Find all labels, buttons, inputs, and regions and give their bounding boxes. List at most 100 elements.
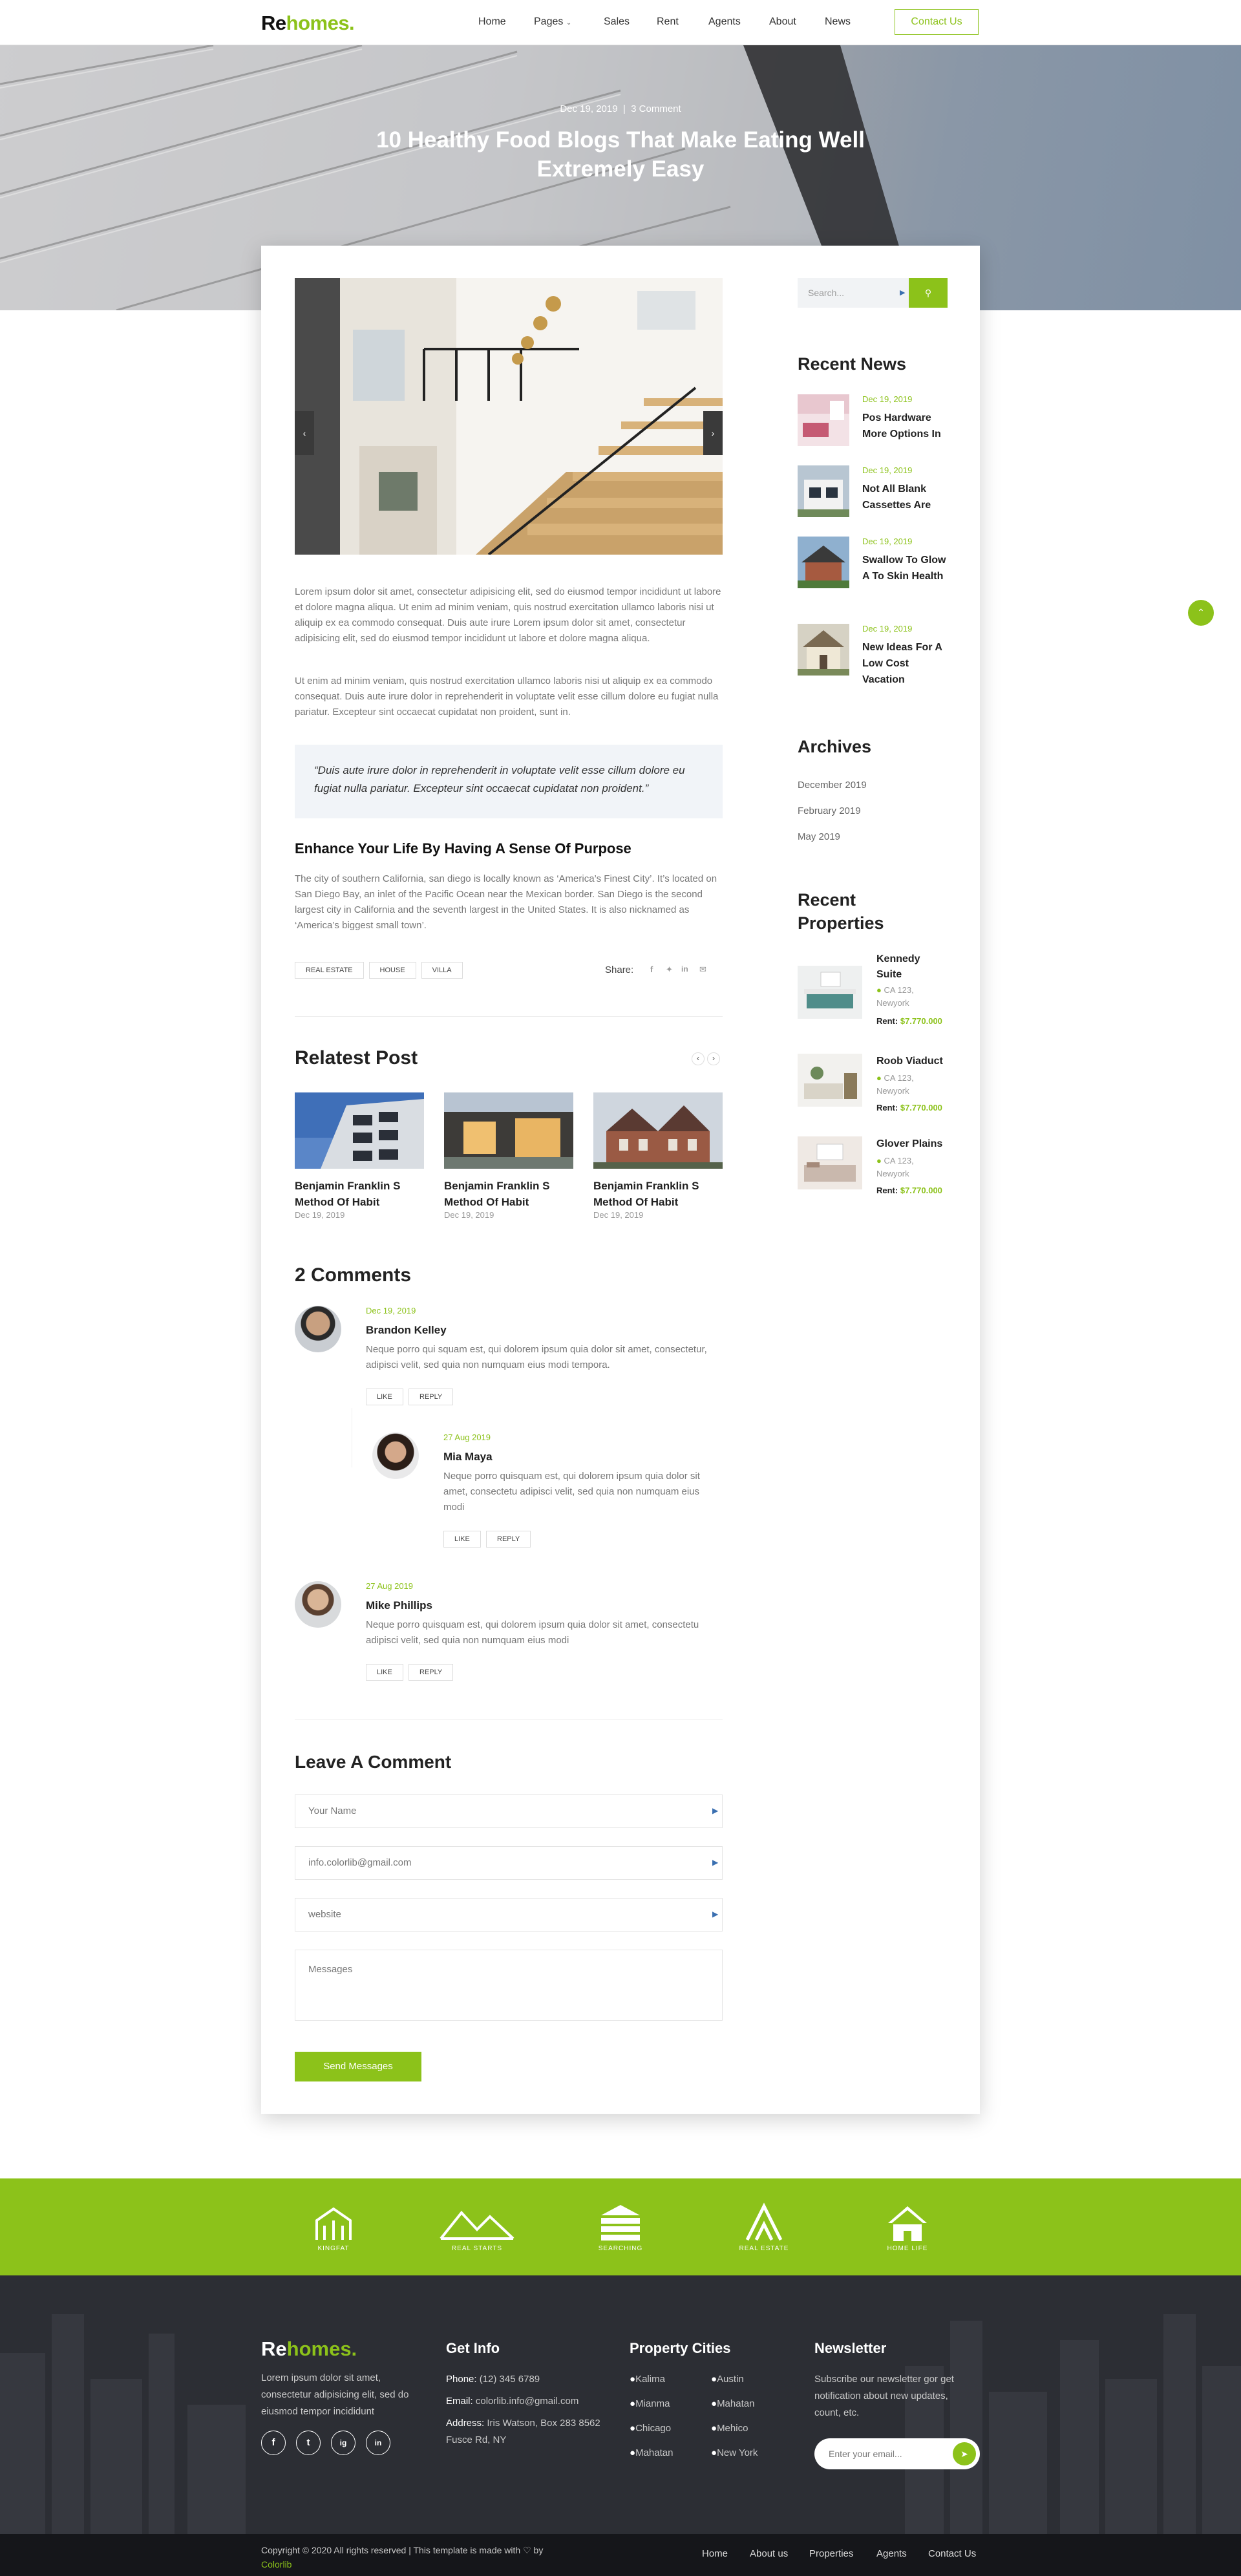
archive-link[interactable]: February 2019 — [798, 805, 861, 816]
nav-about[interactable]: About — [769, 16, 796, 28]
reply-button[interactable]: REPLY — [486, 1531, 531, 1548]
map-pin-icon: ● — [711, 2423, 717, 2434]
news-thumbnail — [798, 624, 849, 676]
archive-link[interactable]: May 2019 — [798, 831, 840, 842]
property-price: $7.770.000 — [900, 1016, 942, 1026]
footer-link-properties[interactable]: Properties — [809, 2548, 853, 2559]
nav-rent[interactable]: Rent — [657, 16, 679, 28]
related-post-card[interactable]: Benjamin Franklin S Method Of Habit Dec … — [593, 1092, 723, 1220]
logo-re: Re — [261, 12, 286, 34]
related-post-card[interactable]: Benjamin Franklin S Method Of Habit Dec … — [295, 1092, 424, 1220]
footer-logo[interactable]: Rehomes. — [261, 2337, 357, 2361]
comment-date: Dec 19, 2019 — [366, 1306, 416, 1315]
footer-link-contact[interactable]: Contact Us — [928, 2548, 976, 2559]
comment-item: 27 Aug 2019 Mike Phillips Neque porro qu… — [295, 1581, 723, 1691]
reply-button[interactable]: REPLY — [408, 1664, 454, 1681]
linkedin-icon[interactable]: in — [681, 964, 688, 974]
chevron-left-icon: ‹ — [302, 428, 306, 438]
tag-villa[interactable]: VILLA — [421, 962, 463, 979]
name-field[interactable]: Your Name — [295, 1794, 723, 1828]
footer-link-agents[interactable]: Agents — [876, 2548, 907, 2559]
partner-logo-real-estate[interactable]: REAL ESTATE — [719, 2201, 809, 2253]
logo-homes: homes. — [286, 2337, 357, 2360]
recent-properties-title: Recent Properties — [798, 890, 884, 933]
autofill-icon: ▶ — [712, 1910, 719, 1919]
nav-agents[interactable]: Agents — [708, 16, 741, 28]
archive-link[interactable]: December 2019 — [798, 780, 867, 791]
footer-link-home[interactable]: Home — [702, 2548, 728, 2559]
recent-news-title: Recent News — [798, 354, 907, 374]
site-logo[interactable]: Rehomes. — [261, 12, 355, 35]
city-link[interactable]: ●Austin — [711, 2371, 744, 2388]
news-date: Dec 19, 2019 — [862, 394, 913, 404]
partner-logo-home-life[interactable]: HOME LIFE — [862, 2201, 953, 2253]
property-item[interactable]: Glover Plains ● CA 123, Newyork Rent: $7… — [798, 1136, 948, 1201]
email-field[interactable]: info.colorlib@gmail.com — [295, 1846, 723, 1880]
nav-news[interactable]: News — [825, 16, 851, 28]
property-item[interactable]: Kennedy Suite ● CA 123, Newyork Rent: $7… — [798, 952, 948, 1029]
property-location-text: CA 123, Newyork — [876, 985, 914, 1008]
map-pin-icon: ● — [876, 985, 882, 995]
city-link[interactable]: ●Mahatan — [630, 2445, 673, 2462]
slider-prev-button[interactable]: ‹ — [295, 411, 314, 455]
news-date: Dec 19, 2019 — [862, 537, 913, 546]
search-input[interactable]: Search... — [798, 278, 909, 308]
tag-real-estate[interactable]: REAL ESTATE — [295, 962, 364, 979]
partner-logo-kingfat[interactable]: KINGFAT — [288, 2201, 379, 2253]
facebook-icon[interactable]: f — [650, 964, 653, 974]
city-link[interactable]: ●Mahatan — [711, 2396, 754, 2412]
like-button[interactable]: LIKE — [366, 1389, 403, 1405]
related-next-button[interactable]: › — [707, 1052, 720, 1065]
city-link[interactable]: ●Mehico — [711, 2420, 748, 2437]
news-item[interactable]: Dec 19, 2019 Not All Blank Cassettes Are — [798, 465, 948, 524]
linkedin-icon[interactable]: in — [366, 2431, 390, 2455]
twitter-icon[interactable]: ✦ — [666, 964, 673, 975]
contact-us-button[interactable]: Contact Us — [895, 9, 979, 35]
related-post-date: Dec 19, 2019 — [593, 1210, 644, 1220]
autofill-icon: ▶ — [712, 1806, 719, 1815]
city-link[interactable]: ●Kalima — [630, 2371, 665, 2388]
tag-house[interactable]: HOUSE — [368, 962, 416, 979]
comment-text: Neque porro quisquam est, qui dolorem ip… — [443, 1471, 700, 1513]
post-paragraph-2: Ut enim ad minim veniam, quis nostrud ex… — [295, 676, 719, 718]
related-post-card[interactable]: Benjamin Franklin S Method Of Habit Dec … — [444, 1092, 573, 1220]
colorlib-link[interactable]: Colorlib — [261, 2559, 292, 2570]
comment-text: Neque porro quisquam est, qui dolorem ip… — [366, 1619, 699, 1646]
news-item[interactable]: Dec 19, 2019 Swallow To Glow A To Skin H… — [798, 537, 948, 601]
get-info-title: Get Info — [446, 2340, 500, 2356]
nav-home[interactable]: Home — [478, 16, 506, 28]
city-link[interactable]: ●New York — [711, 2445, 758, 2462]
footer-link-about[interactable]: About us — [750, 2548, 788, 2559]
newsletter-email-input[interactable]: Enter your email... — [829, 2438, 902, 2469]
slider-next-button[interactable]: › — [703, 411, 723, 455]
website-field[interactable]: website — [295, 1898, 723, 1932]
messages-textarea[interactable]: Messages — [295, 1950, 723, 2021]
reply-button[interactable]: REPLY — [408, 1389, 454, 1405]
news-item[interactable]: Dec 19, 2019 New Ideas For A Low Cost Va… — [798, 624, 948, 688]
partner-logo-real-starts[interactable]: REAL STARTS — [432, 2201, 522, 2253]
like-button[interactable]: LIKE — [443, 1531, 481, 1548]
divider — [295, 1719, 723, 1720]
back-to-top-button[interactable]: ⌃ — [1188, 600, 1214, 626]
like-button[interactable]: LIKE — [366, 1664, 403, 1681]
property-item[interactable]: Roob Viaduct ● CA 123, Newyork Rent: $7.… — [798, 1054, 948, 1118]
newsletter-submit-button[interactable]: ➤ — [953, 2442, 976, 2465]
email-value[interactable]: colorlib.info@gmail.com — [476, 2396, 578, 2407]
search-button[interactable]: ⚲ — [909, 278, 948, 308]
facebook-icon[interactable]: f — [261, 2431, 286, 2455]
instagram-icon[interactable]: ig — [331, 2431, 355, 2455]
city-link[interactable]: ●Mianma — [630, 2396, 670, 2412]
nav-sales[interactable]: Sales — [604, 16, 630, 28]
related-prev-button[interactable]: ‹ — [692, 1052, 705, 1065]
city-link[interactable]: ●Chicago — [630, 2420, 671, 2437]
send-messages-button[interactable]: Send Messages — [295, 2052, 421, 2081]
news-thumbnail — [798, 394, 849, 446]
post-paragraph-1: Lorem ipsum dolor sit amet, consectetur … — [295, 586, 721, 644]
property-location-text: CA 123, Newyork — [876, 1073, 914, 1096]
email-icon[interactable]: ✉ — [699, 964, 706, 975]
partner-logo-searching[interactable]: SEARCHING — [575, 2201, 666, 2253]
related-post-title: Benjamin Franklin S Method Of Habit — [295, 1180, 401, 1208]
nav-pages[interactable]: Pages ⌄ — [534, 16, 571, 28]
news-item[interactable]: Dec 19, 2019 Pos Hardware More Options I… — [798, 394, 948, 452]
twitter-icon[interactable]: t — [296, 2431, 321, 2455]
